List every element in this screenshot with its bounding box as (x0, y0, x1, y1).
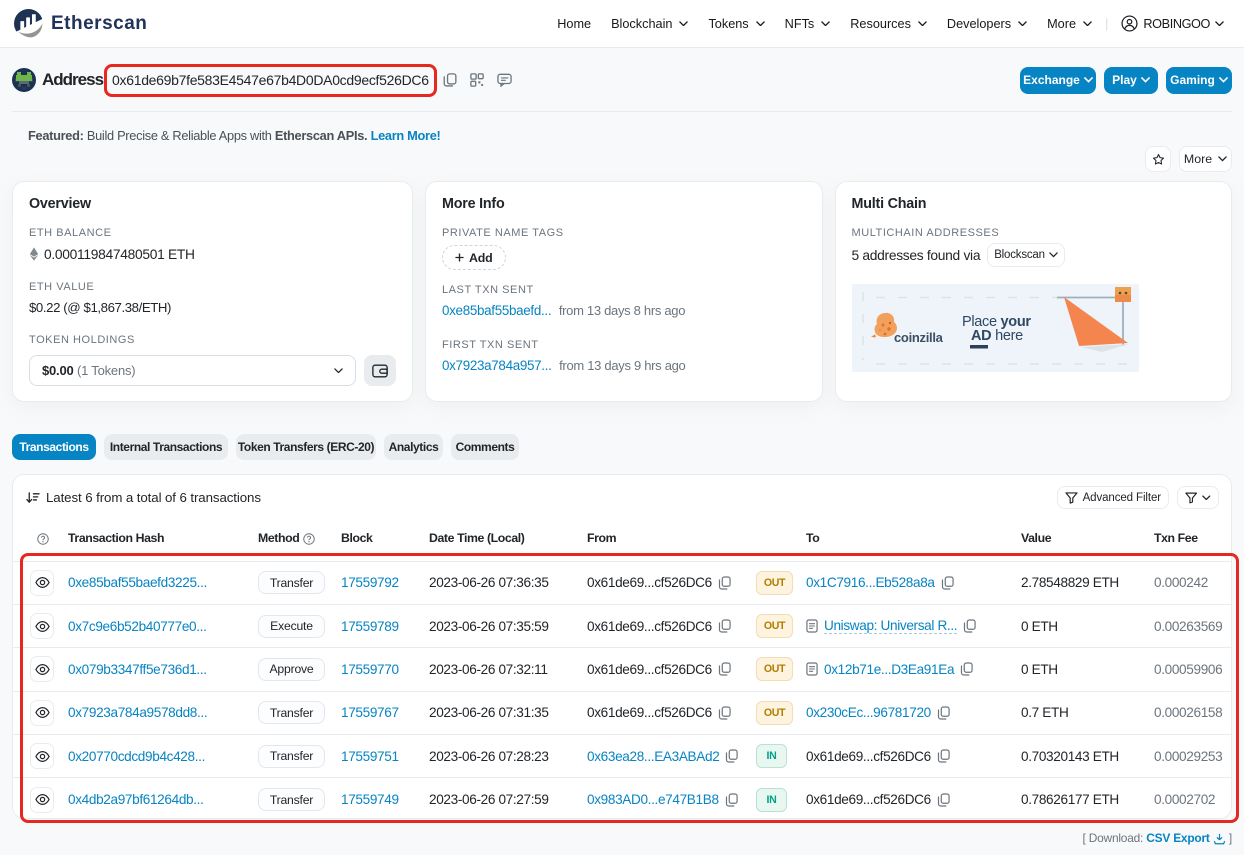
svg-text:AD here: AD here (971, 328, 1023, 344)
svg-text:coinzilla: coinzilla (894, 330, 944, 345)
